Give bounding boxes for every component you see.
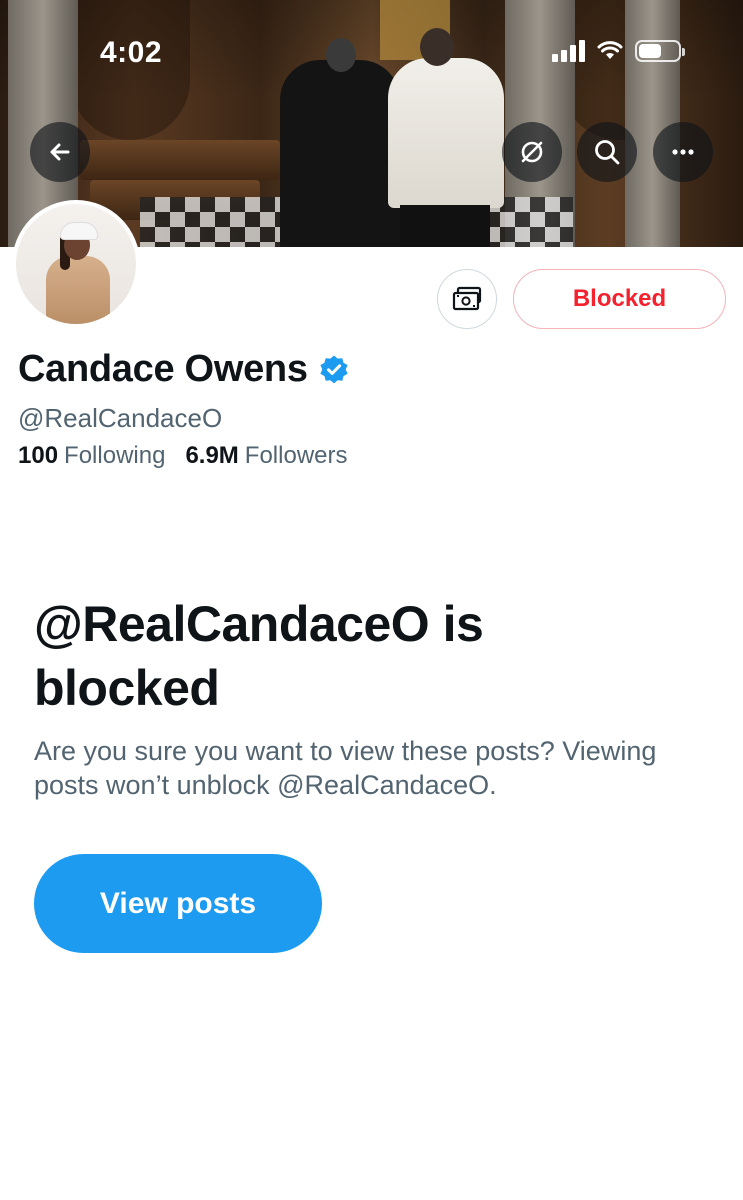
banner-decor [388,58,504,208]
translate-button[interactable] [502,122,562,182]
blocked-button[interactable]: Blocked [513,269,726,329]
banner-decor [70,0,190,140]
followers-count: 6.9M [185,442,239,469]
search-button[interactable] [577,122,637,182]
view-posts-button[interactable]: View posts [34,854,322,953]
tip-button[interactable] [437,269,497,329]
following-link[interactable]: 100 Following [18,442,165,470]
status-icons [552,40,685,62]
wifi-icon [597,41,623,59]
arrow-left-icon [50,143,70,161]
more-button[interactable] [653,122,713,182]
battery-icon [635,40,685,62]
translate-icon [521,141,543,163]
banner-decor [80,140,280,180]
banner-decor [400,205,490,247]
followers-link[interactable]: 6.9M Followers [185,442,347,470]
cellular-signal-icon [552,40,585,62]
status-time: 4:02 [100,36,163,69]
followers-label: Followers [244,442,348,469]
money-icon [452,286,482,311]
banner-decor [280,60,400,247]
blocked-title: @RealCandaceO is blocked [34,596,484,716]
banner-decor [420,28,454,66]
avatar[interactable] [12,200,140,328]
back-button[interactable] [30,122,90,182]
banner-decor [326,38,356,72]
blocked-description: Are you sure you want to view these post… [34,736,657,800]
display-name: Candace Owens [18,348,308,390]
profile-handle: @RealCandaceO [18,403,223,433]
verified-badge-icon[interactable] [318,354,350,386]
search-icon [595,140,620,165]
avatar-image [16,204,136,324]
following-label: Following [64,442,166,469]
following-count: 100 [18,442,59,469]
follow-stats: 100 Following 6.9M Followers [18,442,348,470]
name-row: Candace Owens [18,348,350,391]
more-icon [672,149,694,155]
